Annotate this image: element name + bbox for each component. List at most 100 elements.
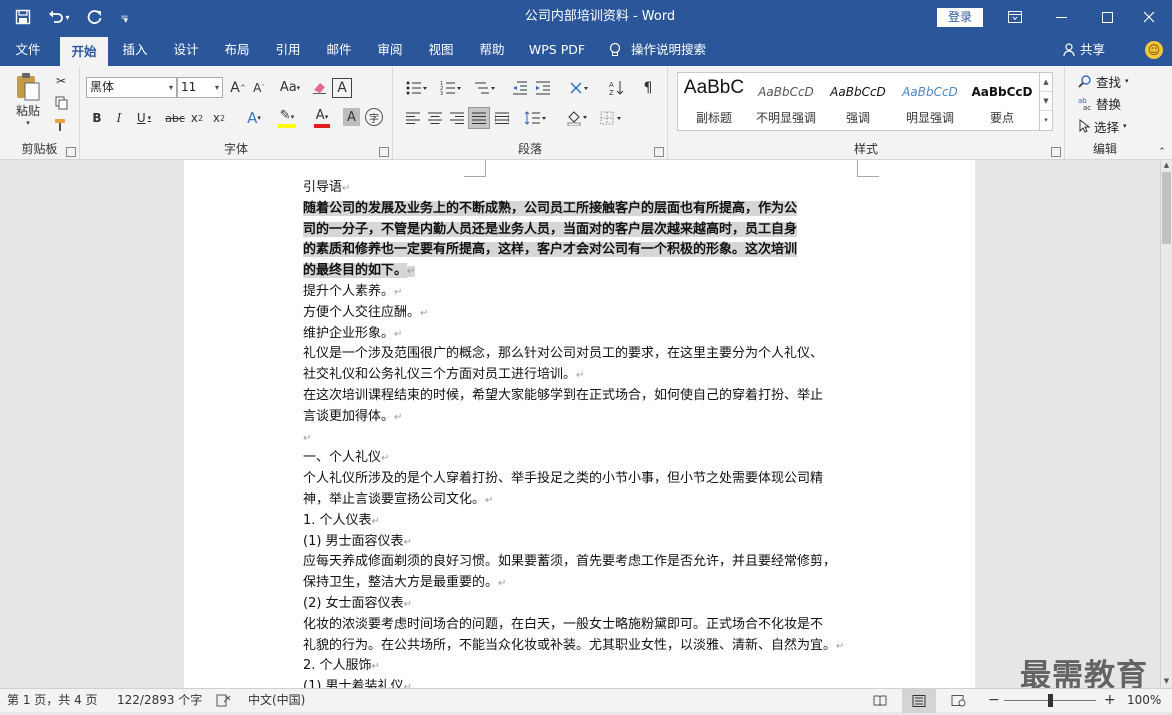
sort-icon[interactable]: AZ [607, 78, 627, 98]
tab-design[interactable]: 设计 [163, 34, 209, 66]
document-line[interactable]: 个人礼仪所涉及的是个人穿着打扮、举手投足之类的小节小事，但小节之处需要体现公司精 [303, 469, 859, 490]
zoom-slider-thumb[interactable] [1048, 694, 1053, 707]
document-page[interactable]: 引导语↵ 随着公司的发展及业务上的不断成熟，公司员工所接触客户的层面也有所提高，作… [184, 160, 975, 688]
change-case-icon[interactable]: Aa ▾ [276, 78, 304, 97]
style-subtitle[interactable]: AaBbC 副标题 [678, 73, 750, 130]
style-strong[interactable]: AaBbCcD 要点 [966, 73, 1038, 130]
vertical-scrollbar[interactable]: ▲ ▼ [1160, 160, 1172, 688]
document-line[interactable]: 2. 个人服饰↵ [303, 656, 859, 677]
document-line[interactable]: 言谈更加得体。↵ [303, 407, 859, 428]
share-button[interactable]: 共享 [1063, 34, 1105, 66]
clipboard-launcher-icon[interactable] [66, 147, 76, 157]
styles-scroll-down-icon[interactable]: ▼ [1040, 92, 1052, 111]
document-line[interactable]: 保持卫生，整洁大方是最重要的。↵ [303, 573, 859, 594]
chinese-layout-icon[interactable] [565, 78, 595, 98]
find-button[interactable]: 查找 ▾ [1078, 71, 1129, 91]
show-formatting-icon[interactable]: ¶ [638, 78, 658, 98]
document-line[interactable]: 一、个人礼仪↵ [303, 448, 859, 469]
superscript-icon[interactable]: x2 [210, 108, 228, 128]
enclose-characters-icon[interactable]: 字 [365, 108, 383, 126]
document-line[interactable]: 礼仪是一个涉及范围很广的概念，那么针对公司对员工的要求，在这里主要分为个人礼仪、 [303, 344, 859, 365]
tab-references[interactable]: 引用 [265, 34, 311, 66]
style-subtle-emphasis[interactable]: AaBbCcD 不明显强调 [750, 73, 822, 130]
document-line[interactable]: (1) 男士面容仪表↵ [303, 532, 859, 553]
styles-more-icon[interactable]: ▾ [1040, 111, 1052, 130]
bold-icon[interactable]: B [88, 108, 106, 128]
document-line[interactable]: 随着公司的发展及业务上的不断成熟，公司员工所接触客户的层面也有所提高，作为公 [303, 199, 859, 220]
select-button[interactable]: 选择 ▾ [1078, 116, 1127, 136]
document-line[interactable]: 礼貌的行为。在公共场所，不能当众化妆或补装。尤其职业女性，以淡雅、清新、自然为宜… [303, 636, 859, 657]
tab-layout[interactable]: 布局 [214, 34, 260, 66]
style-emphasis[interactable]: AaBbCcD 强调 [822, 73, 894, 130]
styles-scroll-up-icon[interactable]: ▲ [1040, 73, 1052, 92]
justify-icon[interactable] [468, 107, 490, 129]
cut-icon[interactable]: ✂ [52, 72, 70, 90]
document-line[interactable]: 司的一分子，不管是内勤人员还是业务人员，当面对的客户层次越来越高时，员工自身 [303, 220, 859, 241]
styles-launcher-icon[interactable] [1051, 147, 1061, 157]
document-body[interactable]: 引导语↵ 随着公司的发展及业务上的不断成熟，公司员工所接触客户的层面也有所提高，作… [303, 178, 859, 688]
paste-button[interactable]: 粘贴 ▾ [8, 70, 48, 128]
tab-file[interactable]: 文件 [4, 34, 52, 66]
zoom-level[interactable]: 100% [1127, 689, 1161, 713]
scroll-thumb[interactable] [1162, 172, 1171, 244]
tab-wps-pdf[interactable]: WPS PDF [522, 34, 592, 66]
paragraph-launcher-icon[interactable] [654, 147, 664, 157]
document-line[interactable]: 应每天养成修面剃须的良好习惯。如果要蓄须，首先要考虑工作是否允许，并且要经常修剪… [303, 552, 859, 573]
tab-help[interactable]: 帮助 [469, 34, 515, 66]
document-line[interactable]: 神，举止言谈要宣扬公司文化。↵ [303, 490, 859, 511]
highlight-icon[interactable]: ✎▾ [272, 108, 302, 128]
feedback-smiley-icon[interactable]: ☺ [1145, 41, 1163, 59]
document-line[interactable]: 方便个人交往应酬。↵ [303, 303, 859, 324]
print-layout-icon[interactable] [902, 689, 936, 713]
undo-icon[interactable]: ▾ [42, 4, 76, 30]
grow-font-icon[interactable]: A ^ [229, 78, 247, 97]
replace-button[interactable]: ab ac 替换 [1078, 93, 1121, 113]
save-icon[interactable] [10, 4, 36, 30]
word-count[interactable]: 122/2893 个字 [117, 689, 202, 713]
clear-formatting-icon[interactable] [310, 78, 328, 97]
collapse-ribbon-icon[interactable]: ⌃ [1156, 146, 1168, 158]
text-effects-icon[interactable]: A ▾ [240, 108, 268, 128]
document-line[interactable]: (2) 女士面容仪表↵ [303, 594, 859, 615]
line-spacing-icon[interactable] [521, 108, 551, 128]
increase-indent-icon[interactable] [533, 78, 553, 98]
redo-icon[interactable] [82, 4, 108, 30]
decrease-indent-icon[interactable] [510, 78, 530, 98]
ribbon-display-icon[interactable] [992, 0, 1038, 34]
maximize-icon[interactable] [1084, 0, 1130, 34]
copy-icon[interactable] [52, 94, 70, 112]
proofing-icon[interactable] [216, 689, 231, 713]
subscript-icon[interactable]: x2 [188, 108, 206, 128]
character-shading-icon[interactable]: A [343, 108, 360, 126]
font-launcher-icon[interactable] [379, 147, 389, 157]
bullets-icon[interactable] [403, 78, 431, 98]
tab-insert[interactable]: 插入 [112, 34, 158, 66]
numbering-icon[interactable]: 123 [437, 78, 465, 98]
page-count[interactable]: 第 1 页，共 4 页 [7, 689, 98, 713]
document-line[interactable]: ↵ [303, 428, 859, 449]
align-right-icon[interactable] [447, 108, 467, 128]
italic-icon[interactable]: I [110, 108, 128, 128]
document-line[interactable]: 的最终目的如下。↵ [303, 261, 859, 282]
shading-icon[interactable] [563, 108, 593, 128]
document-line[interactable]: (1) 男士着装礼仪↵ [303, 677, 859, 688]
document-line[interactable]: 社交礼仪和公务礼仪三个方面对员工进行培训。↵ [303, 365, 859, 386]
read-mode-icon[interactable] [873, 689, 887, 713]
strikethrough-icon[interactable]: abc [164, 108, 186, 128]
font-color-icon[interactable]: A▾ [308, 108, 336, 128]
character-border-icon[interactable]: A [332, 78, 352, 98]
tab-home[interactable]: 开始 [60, 37, 108, 66]
document-line[interactable]: 1. 个人仪表↵ [303, 511, 859, 532]
scroll-down-icon[interactable]: ▼ [1161, 676, 1172, 687]
borders-icon[interactable] [597, 108, 627, 128]
tab-view[interactable]: 视图 [418, 34, 464, 66]
shrink-font-icon[interactable]: Aˇ [250, 78, 268, 97]
align-left-icon[interactable] [403, 108, 423, 128]
document-line[interactable]: 化妆的浓淡要考虑时间场合的问题，在白天，一般女士略施粉黛即可。正式场合不化妆是不 [303, 615, 859, 636]
minimize-icon[interactable] [1038, 0, 1084, 34]
tell-me-search[interactable]: 操作说明搜索 [631, 34, 717, 66]
distributed-icon[interactable] [492, 108, 512, 128]
multilevel-list-icon[interactable] [471, 78, 499, 98]
format-painter-icon[interactable] [52, 116, 70, 134]
align-center-icon[interactable] [425, 108, 445, 128]
